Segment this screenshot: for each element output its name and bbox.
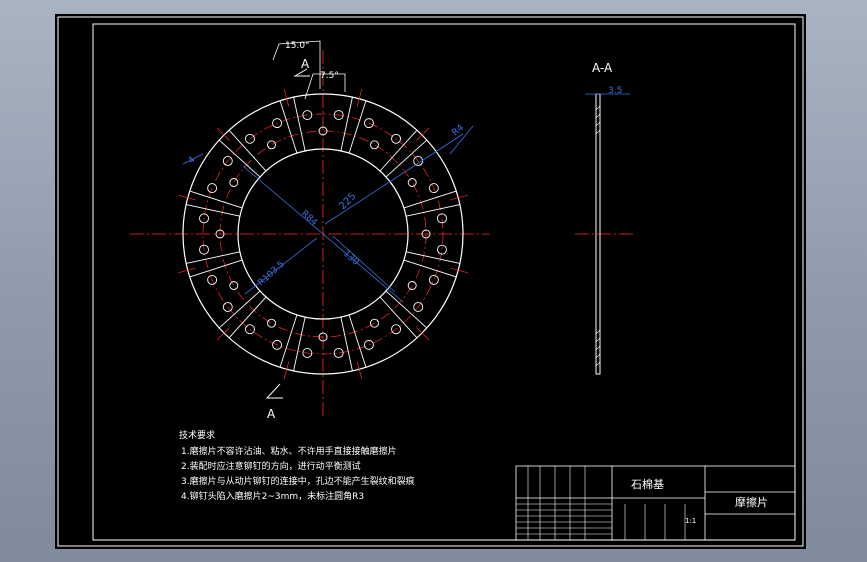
groove-edge [279,100,298,154]
groove-edge [385,290,428,329]
rivet-hole [407,178,417,187]
thickness-label: 3.5 [608,86,622,96]
rivet-hole [222,302,233,313]
groove-edge [279,314,298,368]
radial-tick [416,327,430,341]
section-letter-top: A [301,57,310,71]
disc-centerlines [130,50,490,418]
groove-edge [186,204,240,217]
dim-225: 225 [337,191,358,212]
title-block: 石棉基 摩擦片 1:1 [515,465,796,541]
groove-edge [403,259,457,278]
dim-left-4: 4 [187,155,198,167]
rivet-hole [370,318,379,328]
groove-edge [406,251,460,264]
dim-r4: R4 [451,123,467,139]
groove-edge [348,314,367,368]
angle-7-5-label: 7.5° [320,71,339,81]
angle-15-label: 15.0° [285,41,310,51]
drawing-sheet: 15.0° 7.5° A A R4 4 225 R84 130 R103.5 A… [55,14,806,549]
section-view-title: A-A [592,61,613,75]
notes-heading: 技术要求 [179,429,215,441]
radial-tick [216,327,230,341]
note-line-1: 1.磨擦片不容许沾油、粘水、不许用手直接接触磨擦片 [181,445,397,457]
rivet-hole [267,140,276,150]
section-letter-bottom: A [267,407,276,421]
radial-tick [416,127,430,141]
groove-edge [379,129,418,172]
rivet-hole [437,244,447,255]
outer-frame [57,16,804,547]
part-name-label: 摩擦片 [735,495,768,509]
rivet-hole [229,281,239,290]
rivet-hole [437,213,447,224]
groove-edge [348,100,367,154]
dim-r103-5: R103.5 [256,259,286,288]
groove-edge [403,190,457,209]
rivet-hole [267,318,276,328]
dimension-lines [182,125,474,303]
rivet-hole [370,140,379,150]
rivet-hole [428,274,439,285]
groove-edge [218,290,261,329]
groove-edge [293,97,306,151]
cad-drawing: 15.0° 7.5° A A R4 4 225 R84 130 R103.5 A… [57,16,804,547]
section-arrow-bottom [265,383,283,399]
friction-disc: 15.0° 7.5° A A R4 4 225 R84 130 R103.5 [130,40,490,421]
note-line-2: 2.装配时应注意铆钉的方向，进行动平衡测试 [181,460,361,472]
note-line-4: 4.铆钉头陷入磨擦片2~3mm，未标注圆角R3 [181,490,364,502]
radial-tick [216,127,230,141]
groove-edge [189,259,243,278]
groove-edge [293,317,306,371]
groove-edge [228,129,267,172]
groove-edge [385,139,428,178]
groove-edge [218,139,261,178]
rivet-hole [229,178,239,187]
rivet-hole [333,348,344,358]
section-hatching [595,105,601,367]
dim-r84: R84 [299,209,319,228]
dim-130: 130 [341,249,361,268]
section-view: A-A 3.5 [575,61,635,375]
groove-edge [186,251,240,264]
groove-edge [189,190,243,209]
groove-edge [340,97,353,151]
groove-edge [406,204,460,217]
technical-requirements: 技术要求 1.磨擦片不容许沾油、粘水、不许用手直接接触磨擦片 2.装配时应注意铆… [179,429,415,502]
groove-edge [228,296,267,339]
rivet-hole [407,281,417,290]
groove-edge [340,317,353,371]
material-label: 石棉基 [631,477,664,491]
groove-edge [379,296,418,339]
rivet-hole [363,339,374,350]
scale-label: 1:1 [685,517,696,525]
note-line-3: 3.磨擦片与从动片铆钉的连接中，孔边不能产生裂纹和裂痕 [181,475,415,487]
